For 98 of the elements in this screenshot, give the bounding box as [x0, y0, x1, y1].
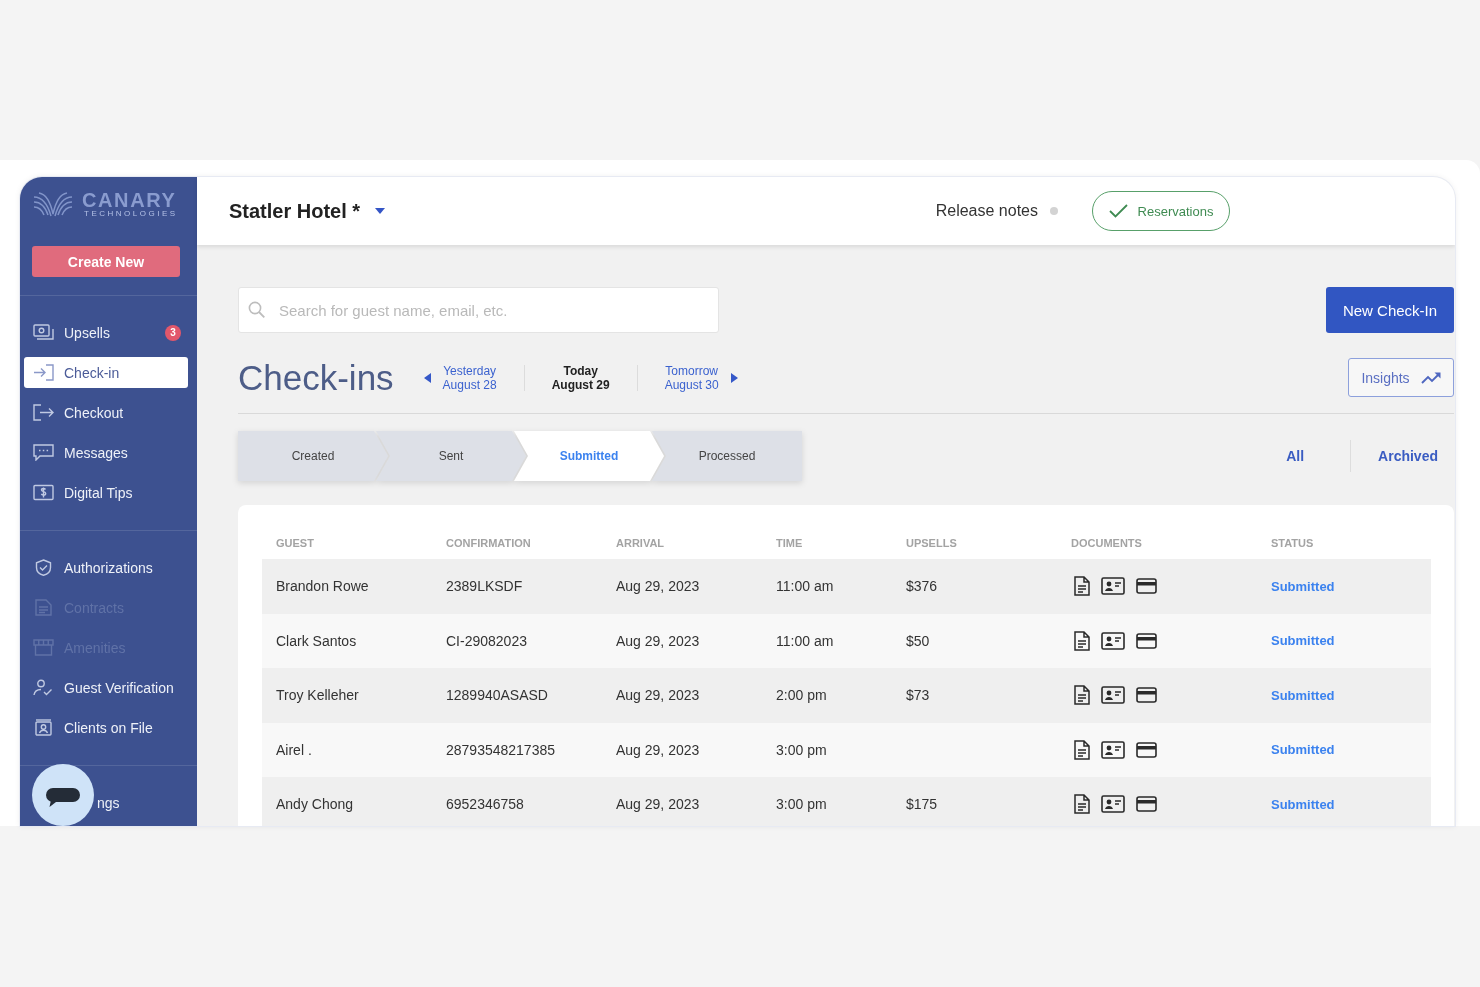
table-cell: $376: [906, 578, 938, 595]
status-label: Submitted: [1271, 742, 1335, 758]
sidebar-item[interactable]: Check-in: [24, 357, 188, 388]
sign-in-icon: [33, 364, 54, 381]
date-tab[interactable]: Yesterday August 28: [442, 363, 497, 392]
credit-card-icon: [1136, 632, 1157, 649]
document-icon: [1074, 794, 1090, 815]
sidebar-item[interactable]: ngs: [24, 787, 188, 818]
trending-up-icon: [1420, 371, 1441, 384]
credit-card-icon: [1136, 578, 1157, 595]
sidebar-item[interactable]: Upsells 3: [24, 317, 188, 348]
document-icon: [1074, 630, 1090, 651]
status-label: Submitted: [1271, 633, 1335, 649]
table-cell: 11:00 am: [776, 632, 834, 649]
sidebar-item[interactable]: Digital Tips: [24, 477, 188, 508]
document-icon: [1074, 576, 1090, 597]
page-title: Check-ins: [238, 357, 394, 398]
caret-right-icon[interactable]: [730, 372, 738, 383]
logo-tagline: TECHNOLOGIES: [84, 209, 178, 219]
stage-tab[interactable]: Created: [238, 431, 388, 481]
table-cell: 1289940ASASD: [446, 687, 548, 704]
table-cell: $50: [906, 632, 930, 649]
status-label: Submitted: [1271, 578, 1335, 594]
new-check-in-button[interactable]: New Check-In: [1326, 287, 1454, 333]
shield-check-icon: [33, 559, 54, 576]
table-cell: 2:00 pm: [776, 687, 827, 704]
table-cell: Andy Chong: [276, 796, 354, 813]
release-notes-link[interactable]: Release notes: [935, 202, 1038, 220]
status-label: Submitted: [1271, 687, 1335, 703]
column-header: STATUS: [1271, 537, 1314, 549]
table-cell: 11:00 am: [776, 578, 834, 595]
sidebar-item[interactable]: Clients on File: [24, 712, 188, 743]
sidebar-item[interactable]: Checkout: [24, 397, 188, 428]
table-cell: Aug 29, 2023: [616, 796, 700, 813]
table-cell: $175: [906, 796, 938, 813]
reservations-button[interactable]: Reservations: [1092, 191, 1230, 231]
table-cell: Clark Santos: [276, 632, 357, 649]
column-header: ARRIVAL: [616, 537, 665, 549]
document-icon: [33, 599, 54, 616]
dollar-icon: [33, 484, 54, 501]
sign-out-icon: [33, 404, 54, 421]
table-cell: Airel .: [276, 741, 312, 758]
hotel-dropdown[interactable]: Statler Hotel *: [229, 199, 386, 223]
status-label: Submitted: [1271, 796, 1335, 812]
chat-bubble-icon[interactable]: [32, 764, 94, 826]
search-icon: [248, 301, 265, 318]
credit-card-icon: [1136, 796, 1157, 813]
table-cell: CI-29082023: [446, 632, 527, 649]
id-card-icon: [1101, 631, 1125, 650]
table-cell: 2389LKSDF: [446, 578, 523, 595]
document-icon: [1074, 739, 1090, 760]
document-icon: [1074, 685, 1090, 706]
id-card-icon: [1101, 577, 1125, 596]
filter-link[interactable]: All: [1286, 448, 1305, 464]
table-cell: Aug 29, 2023: [616, 687, 700, 704]
caret-left-icon[interactable]: [423, 372, 431, 383]
search-field[interactable]: Search for guest name, email, etc.: [238, 287, 719, 333]
column-header: DOCUMENTS: [1071, 537, 1142, 549]
stage-tab[interactable]: Submitted: [514, 431, 664, 481]
stage-tab[interactable]: Processed: [652, 431, 802, 481]
table-cell: $73: [906, 687, 930, 704]
dot-icon: [1050, 207, 1058, 215]
id-card-icon: [1101, 740, 1125, 759]
column-header: CONFIRMATION: [446, 537, 531, 549]
credit-card-icon: [1136, 687, 1157, 704]
insights-button[interactable]: Insights: [1348, 358, 1454, 397]
check-icon: [1108, 204, 1128, 218]
table-cell: Aug 29, 2023: [616, 578, 700, 595]
credit-card-icon: [1136, 741, 1157, 758]
table-cell: Aug 29, 2023: [616, 632, 700, 649]
id-card-icon: [1101, 686, 1125, 705]
stage-tab[interactable]: Sent: [376, 431, 526, 481]
cash-icon: [33, 324, 54, 341]
count-badge: 3: [165, 324, 181, 341]
storefront-icon: [33, 639, 54, 656]
table-cell: Brandon Rowe: [276, 578, 369, 595]
user-check-icon: [33, 679, 54, 696]
wings-logo-icon: [33, 192, 73, 218]
column-header: TIME: [776, 537, 803, 549]
date-tab[interactable]: Tomorrow August 30: [664, 363, 719, 392]
id-card-icon: [1101, 795, 1125, 814]
table-cell: Troy Kelleher: [276, 687, 359, 704]
table-cell: 3:00 pm: [776, 741, 827, 758]
message-icon: [33, 444, 54, 461]
contact-card-icon: [33, 719, 54, 736]
sidebar-item[interactable]: Authorizations: [24, 552, 188, 583]
column-header: GUEST: [276, 537, 314, 549]
sidebar-item[interactable]: Guest Verification: [24, 672, 188, 703]
caret-down-icon: [375, 208, 386, 214]
table-cell: 28793548217385: [446, 741, 555, 758]
table-cell: Aug 29, 2023: [616, 741, 700, 758]
logo-name: CANARY: [82, 191, 177, 209]
column-header: UPSELLS: [906, 537, 957, 549]
table-cell: 6952346758: [446, 796, 524, 813]
filter-link[interactable]: Archived: [1378, 448, 1438, 464]
table-cell: 3:00 pm: [776, 796, 827, 813]
sidebar-item[interactable]: Messages: [24, 437, 188, 468]
date-tab[interactable]: Today August 29: [551, 363, 610, 392]
